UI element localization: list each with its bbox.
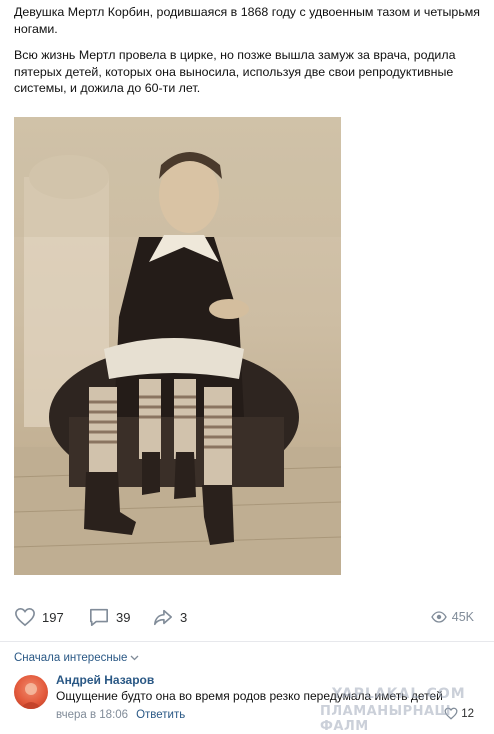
like-count: 197 bbox=[42, 609, 64, 625]
eye-icon bbox=[431, 611, 447, 623]
post-actions-bar: 197 39 3 45K bbox=[14, 604, 480, 630]
heart-icon bbox=[444, 707, 458, 720]
comment-time[interactable]: вчера в 18:06 bbox=[56, 709, 128, 721]
comment-button[interactable]: 39 bbox=[88, 604, 130, 630]
divider bbox=[0, 641, 494, 642]
share-count: 3 bbox=[180, 609, 188, 625]
post-paragraph-1: Девушка Мертл Корбин, родившаяся в 1868 … bbox=[14, 5, 481, 36]
comment-like-count: 12 bbox=[461, 707, 474, 720]
share-icon bbox=[154, 609, 172, 626]
post-paragraph-2: Всю жизнь Мертл провела в цирке, но позж… bbox=[14, 48, 456, 95]
comments-sort-dropdown[interactable]: Сначала интересные bbox=[14, 652, 139, 664]
reply-button[interactable]: Ответить bbox=[136, 709, 185, 721]
views-count: 45K bbox=[451, 610, 474, 624]
share-button[interactable]: 3 bbox=[152, 604, 187, 630]
comment-icon bbox=[90, 608, 108, 626]
comment-like-button[interactable]: 12 bbox=[444, 707, 474, 720]
comment-text: Ощущение будто она во время родов резко … bbox=[56, 689, 443, 703]
post-photo[interactable] bbox=[14, 117, 341, 575]
comment-meta: вчера в 18:06 Ответить bbox=[56, 709, 185, 721]
sort-label: Сначала интересные bbox=[14, 652, 128, 664]
like-button[interactable]: 197 bbox=[14, 604, 64, 630]
views-counter: 45K bbox=[431, 604, 474, 630]
comment-author[interactable]: Андрей Назаров bbox=[56, 673, 154, 687]
avatar[interactable] bbox=[14, 675, 48, 709]
chevron-down-icon bbox=[130, 655, 139, 661]
post-text: Девушка Мертл Корбин, родившаяся в 1868 … bbox=[14, 4, 480, 107]
heart-icon bbox=[15, 607, 35, 627]
avatar-image bbox=[20, 683, 42, 709]
comment-item: Андрей Назаров Ощущение будто она во вре… bbox=[14, 673, 480, 725]
comment-count: 39 bbox=[116, 609, 131, 625]
vintage-portrait-image bbox=[14, 117, 341, 575]
